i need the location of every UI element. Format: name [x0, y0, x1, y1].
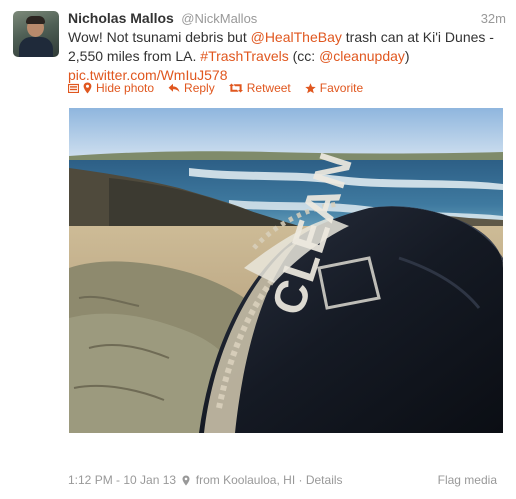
- retweet-action[interactable]: Retweet: [228, 81, 291, 95]
- beach-trash-can-photo: CLEAN: [69, 108, 503, 433]
- location-pin-icon: [83, 82, 92, 94]
- reply-action[interactable]: Reply: [168, 81, 215, 95]
- tweet-footer: 1:12 PM - 10 Jan 13 from Koolauloa, HI ·…: [68, 473, 506, 489]
- tweet-text: Wow! Not tsunami debris but @HealTheBay …: [68, 28, 504, 85]
- mention-healthebay[interactable]: @HealTheBay: [251, 29, 342, 45]
- location-pin-icon: [182, 475, 190, 486]
- tweet-timestamp[interactable]: 1:12 PM - 10 Jan 13: [68, 473, 176, 487]
- reply-label: Reply: [184, 81, 215, 95]
- tweet-text-part: ): [404, 48, 410, 64]
- tweet-header: Nicholas Mallos @NickMallos 32m: [68, 10, 506, 28]
- user-handle[interactable]: @NickMallos: [181, 11, 257, 26]
- favorite-star-icon: [305, 82, 316, 93]
- tweet-time[interactable]: 32m: [481, 11, 506, 26]
- tweet: Nicholas Mallos @NickMallos 32m Wow! Not…: [0, 0, 516, 499]
- hide-photo-action[interactable]: Hide photo: [68, 81, 154, 95]
- favorite-action[interactable]: Favorite: [305, 81, 363, 95]
- avatar-body-shape: [19, 37, 53, 57]
- tweet-text-part: (cc:: [288, 48, 320, 64]
- tweet-text-part: Wow! Not tsunami debris but: [68, 29, 251, 45]
- tweet-location[interactable]: from Koolauloa, HI: [196, 473, 295, 487]
- hide-photo-label: Hide photo: [96, 81, 155, 95]
- retweet-label: Retweet: [246, 81, 291, 95]
- photo-icon: [68, 83, 79, 93]
- footer-separator: ·: [298, 473, 303, 487]
- avatar[interactable]: [13, 11, 59, 57]
- user-fullname[interactable]: Nicholas Mallos: [68, 10, 174, 26]
- details-link[interactable]: Details: [306, 473, 343, 487]
- tweet-photo[interactable]: CLEAN: [69, 108, 503, 433]
- hashtag-trashtravels[interactable]: #TrashTravels: [200, 48, 288, 64]
- avatar-hair-shape: [26, 16, 45, 24]
- retweet-icon: [228, 83, 243, 93]
- tweet-actions: Hide photo Reply Retweet Favorite: [68, 81, 377, 95]
- reply-icon: [168, 83, 180, 93]
- favorite-label: Favorite: [319, 81, 364, 95]
- flag-media-link[interactable]: Flag media: [438, 473, 497, 487]
- mention-cleanupday[interactable]: @cleanupday: [319, 48, 405, 64]
